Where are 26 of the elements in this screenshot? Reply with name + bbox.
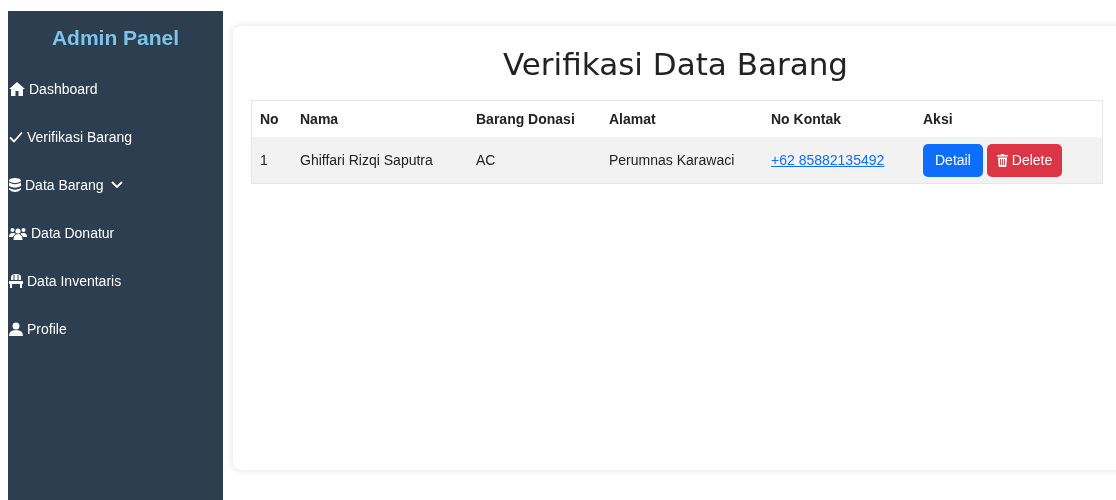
- table-cell: 1: [251, 137, 292, 184]
- sidebar-item[interactable]: Profile: [8, 305, 67, 353]
- home-icon: [9, 82, 25, 96]
- table-cell: AC: [468, 137, 601, 184]
- delete-button[interactable]: Delete: [986, 143, 1063, 177]
- database-icon: [9, 178, 21, 192]
- column-header: Barang Donasi: [468, 100, 601, 137]
- table-cell: Perumnas Karawaci: [601, 137, 763, 184]
- sidebar-item[interactable]: Dashboard: [8, 65, 98, 113]
- column-header: No: [251, 100, 292, 137]
- users-icon: [9, 226, 27, 240]
- column-header: No Kontak: [763, 100, 915, 137]
- sidebar-item[interactable]: Data Donatur: [8, 209, 115, 257]
- sidebar-item[interactable]: Verifikasi Barang: [8, 113, 133, 161]
- sidebar-title: Admin Panel: [50, 25, 181, 51]
- column-header: Nama: [292, 100, 468, 137]
- check-icon: [9, 131, 23, 143]
- sidebar-item[interactable]: Data Inventaris: [8, 257, 122, 305]
- table-cell: Ghiffari Rizqi Saputra: [292, 137, 468, 184]
- column-header: Aksi: [915, 100, 1103, 137]
- column-header: Alamat: [601, 100, 763, 137]
- page-title: Verifikasi Data Barang: [502, 46, 849, 82]
- trash-icon: [996, 153, 1008, 167]
- sidebar-item[interactable]: Data Barang: [8, 161, 123, 209]
- user-icon: [9, 322, 23, 336]
- detail-button[interactable]: Detail: [923, 143, 983, 177]
